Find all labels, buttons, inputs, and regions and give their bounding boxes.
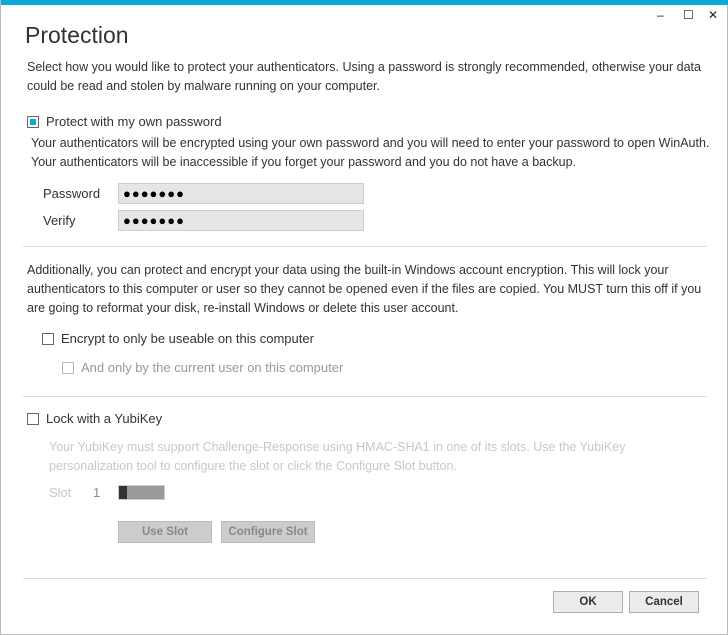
divider [23,396,707,397]
page-title: Protection [25,22,129,48]
yubikey-label: Lock with a YubiKey [46,411,163,426]
password-input[interactable]: ●●●●●●● [118,183,364,204]
windows-encryption-description: Additionally, you can protect and encryp… [27,263,702,315]
configure-slot-button[interactable]: Configure Slot [221,521,315,543]
intro-text: Select how you would like to protect you… [27,60,701,93]
protect-password-checkbox[interactable] [27,116,39,128]
minimize-button[interactable]: – [657,8,664,22]
ok-button[interactable]: OK [553,591,623,613]
title-bar-accent [1,0,728,5]
slot-slider[interactable] [118,485,165,500]
encrypt-user-label: And only by the current user on this com… [81,360,344,375]
cancel-button[interactable]: Cancel [629,591,699,613]
verify-input[interactable]: ●●●●●●● [118,210,364,231]
slot-slider-thumb[interactable] [119,486,127,499]
encrypt-computer-label: Encrypt to only be useable on this compu… [61,331,314,346]
encrypt-user-checkbox[interactable] [62,362,74,374]
slot-value: 1 [93,485,101,500]
verify-label: Verify [43,213,76,228]
use-slot-button[interactable]: Use Slot [118,521,212,543]
maximize-button[interactable]: ☐ [683,8,694,22]
slot-label: Slot [49,485,72,500]
protect-password-label: Protect with my own password [46,114,222,129]
divider [23,578,707,579]
yubikey-checkbox[interactable] [27,413,39,425]
yubikey-description: Your YubiKey must support Challenge-Resp… [49,440,626,473]
divider [23,246,707,247]
close-button[interactable]: ✕ [708,8,718,22]
password-label: Password [43,186,101,201]
encrypt-computer-checkbox[interactable] [42,333,54,345]
password-description: Your authenticators will be encrypted us… [31,136,710,169]
